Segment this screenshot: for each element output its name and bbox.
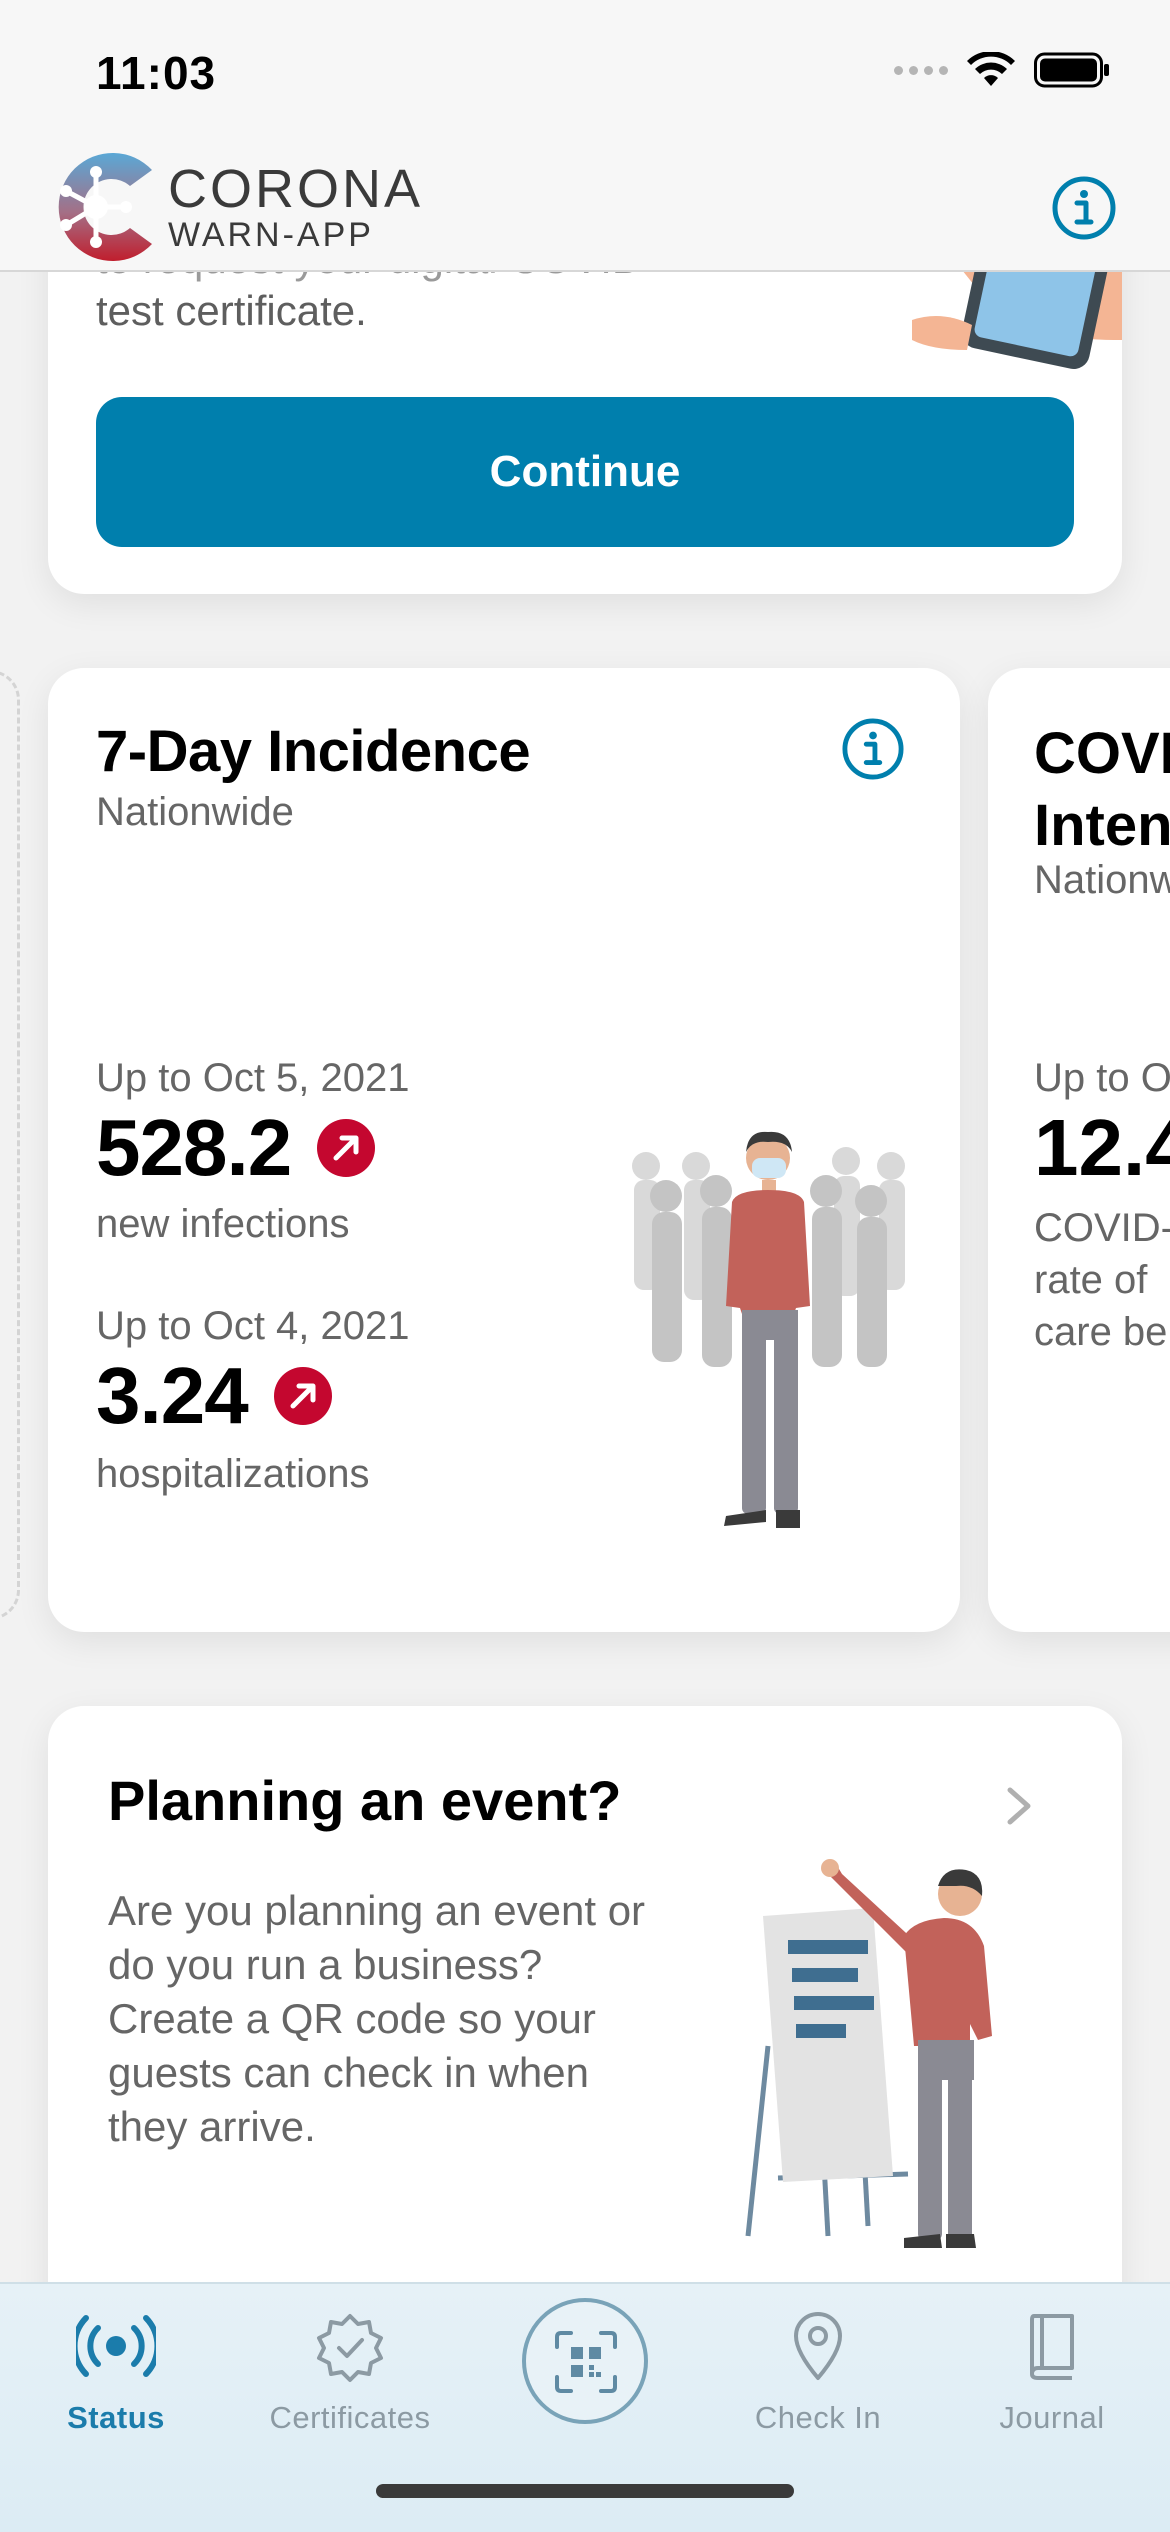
tab-status[interactable]: Status — [6, 2306, 226, 2436]
hospitalization-value-row: 3.24 — [96, 1350, 332, 1442]
chevron-right-icon — [1007, 1787, 1031, 1825]
status-broadcast-icon — [76, 2315, 156, 2377]
continue-button[interactable]: Continue — [96, 397, 1074, 547]
icu-title: COVI Inten — [1034, 721, 1170, 858]
tab-check-in-label: Check In — [754, 2400, 882, 2435]
journal-book-icon — [1030, 2314, 1074, 2380]
hospitalization-date: Up to Oct 4, 2021 — [96, 1304, 410, 1348]
home-indicator[interactable] — [376, 2484, 794, 2498]
tab-certificates-label: Certificates — [269, 2400, 431, 2435]
icu-date: Up to O — [1034, 1056, 1170, 1100]
qr-scan-icon — [555, 2331, 617, 2393]
info-icon[interactable] — [1052, 176, 1116, 240]
incidence-date: Up to Oct 5, 2021 — [96, 1056, 410, 1100]
incidence-value: 528.2 — [96, 1103, 292, 1192]
tab-check-in[interactable]: Check In — [708, 2306, 928, 2436]
corona-warn-app-logo-icon — [58, 153, 153, 261]
incidence-value-row: 528.2 — [96, 1102, 376, 1194]
masked-person-crowd-illustration — [632, 1131, 905, 1528]
app-header: CORONA WARN-APP — [0, 140, 1170, 272]
certificate-badge-icon — [317, 2314, 383, 2382]
incidence-statistics-card[interactable]: 7-Day Incidence Nationwide Up to Oct 5, … — [48, 668, 960, 1632]
event-card-description: Are you planning an event or do you run … — [108, 1887, 646, 2150]
icu-statistics-card[interactable]: COVI Inten Nationw Up to O 12.4 COVID- r… — [988, 668, 1170, 1632]
location-pin-icon — [794, 2312, 842, 2380]
tab-journal[interactable]: Journal — [942, 2306, 1162, 2436]
previous-statistics-card-edge[interactable] — [0, 670, 20, 1620]
incidence-subtitle: Nationwide — [96, 790, 294, 834]
qr-scan-button[interactable] — [522, 2298, 648, 2424]
incidence-description: new infections — [96, 1202, 350, 1246]
icu-value: 12.4 — [1034, 1103, 1170, 1192]
logo-subtitle: WARN-APP — [168, 216, 374, 254]
status-time: 11:03 — [96, 47, 217, 99]
wifi-icon — [967, 52, 1015, 86]
tab-status-label: Status — [67, 2400, 165, 2435]
tab-bar: Status Certificates Check In Journal — [0, 2282, 1170, 2532]
trend-up-icon — [317, 1119, 376, 1177]
trend-up-icon — [273, 1367, 332, 1425]
icu-subtitle: Nationw — [1034, 858, 1170, 902]
hospitalization-value: 3.24 — [96, 1351, 249, 1440]
logo-title: CORONA — [168, 159, 424, 219]
tab-certificates[interactable]: Certificates — [240, 2306, 460, 2436]
info-icon[interactable] — [842, 718, 904, 780]
incidence-title: 7-Day Incidence — [96, 719, 531, 784]
presenter-with-easel-illustration — [745, 1859, 992, 2248]
event-card-title: Planning an event? — [108, 1769, 622, 1832]
home-scroll-content[interactable]: to request your digital COVID test certi… — [0, 0, 1170, 2532]
cellular-signal-icon — [894, 65, 948, 75]
hospitalization-description: hospitalizations — [96, 1452, 370, 1496]
test-text-line-2: test certificate. — [96, 287, 367, 334]
icu-description: COVID- rate of care be — [1034, 1206, 1170, 1354]
test-certificate-text: to request your digital COVID test certi… — [96, 235, 796, 337]
status-bar: 11:03 — [0, 0, 1170, 140]
battery-icon — [1034, 52, 1109, 88]
status-icons — [894, 52, 1110, 88]
tab-journal-label: Journal — [999, 2400, 1105, 2435]
